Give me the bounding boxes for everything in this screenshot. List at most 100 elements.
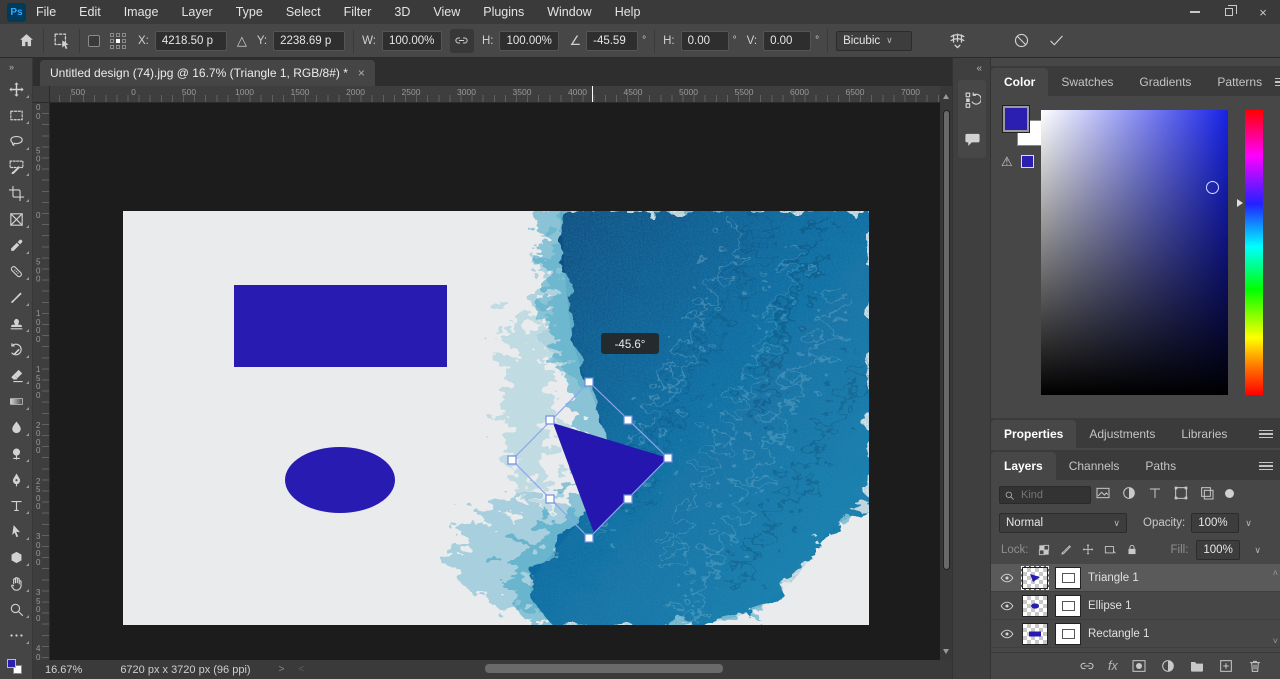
interpolation-select[interactable]: Bicubic ∨ (836, 31, 912, 51)
layer-row[interactable]: Triangle 1 (991, 564, 1280, 592)
saturation-brightness-field[interactable] (1041, 110, 1228, 395)
maintain-aspect-ratio-link-icon[interactable] (450, 29, 474, 53)
layer-styles-icon[interactable]: fx (1108, 659, 1118, 673)
menu-select[interactable]: Select (286, 5, 321, 19)
layers-tab-paths[interactable]: Paths (1132, 452, 1189, 480)
rotation-field[interactable]: -45.59 (586, 31, 638, 51)
comments-icon[interactable] (958, 126, 986, 152)
layer-list-scroll-up-icon[interactable]: ˄ (1273, 568, 1278, 578)
menu-edit[interactable]: Edit (79, 5, 101, 19)
transform-handle[interactable] (546, 416, 554, 424)
clone-stamp-tool[interactable] (0, 310, 33, 336)
ellipse-shape[interactable] (285, 447, 395, 513)
gamut-warning-icon[interactable]: ⚠ (1001, 154, 1013, 170)
zoom-tool[interactable] (0, 596, 33, 622)
dodge-tool[interactable] (0, 440, 33, 466)
new-layer-icon[interactable] (1218, 658, 1234, 674)
opacity-chevron-icon[interactable]: ∨ (1245, 518, 1252, 529)
layer-visibility-eye-icon[interactable] (999, 601, 1015, 611)
lock-transparency-icon[interactable] (1037, 543, 1051, 557)
blur-tool[interactable] (0, 414, 33, 440)
pen-tool[interactable] (0, 466, 33, 492)
version-history-icon[interactable] (958, 86, 986, 112)
layer-row[interactable]: Ellipse 1 (991, 592, 1280, 620)
vertical-scrollbar-thumb[interactable] (943, 110, 950, 570)
lock-position-icon[interactable] (1081, 543, 1095, 557)
layer-visibility-eye-icon[interactable] (999, 573, 1015, 583)
frame-tool[interactable] (0, 206, 33, 232)
link-layers-icon[interactable] (1079, 658, 1095, 674)
warp-mode-icon[interactable] (948, 31, 967, 50)
foreground-background-swatches[interactable] (7, 659, 27, 676)
properties-tab-libraries[interactable]: Libraries (1168, 420, 1240, 448)
layer-filter-input[interactable] (1019, 488, 1083, 502)
menu-filter[interactable]: Filter (344, 5, 372, 19)
color-tab-swatches[interactable]: Swatches (1048, 68, 1126, 96)
color-tab-gradients[interactable]: Gradients (1126, 68, 1204, 96)
dock-collapse-icon[interactable]: « (976, 63, 982, 74)
restore-button[interactable] (1212, 0, 1246, 24)
opacity-field[interactable]: 100% (1191, 513, 1239, 533)
layer-list-scroll-down-icon[interactable]: ˅ (1273, 636, 1278, 646)
spot-healing-brush-tool[interactable] (0, 258, 33, 284)
layers-panel-menu-icon[interactable] (1259, 460, 1273, 473)
delete-layer-icon[interactable] (1247, 658, 1263, 674)
scroll-down-icon[interactable] (943, 649, 949, 654)
filter-pixel-layers-icon[interactable] (1095, 485, 1111, 501)
vector-mask-thumbnail[interactable] (1055, 567, 1081, 589)
vector-mask-thumbnail[interactable] (1055, 595, 1081, 617)
relative-position-icon[interactable]: △ (237, 33, 247, 49)
lock-pixels-icon[interactable] (1059, 543, 1073, 557)
hue-slider-arrow[interactable] (1237, 199, 1243, 207)
height-field[interactable]: 100.00% (499, 31, 559, 51)
document-tab[interactable]: Untitled design (74).jpg @ 16.7% (Triang… (40, 60, 375, 86)
hue-slider[interactable] (1245, 110, 1263, 395)
toggle-reference-point-checkbox[interactable] (88, 35, 100, 47)
transform-handle[interactable] (546, 495, 554, 503)
canvas-image[interactable]: -45.6° (123, 211, 869, 625)
menu-type[interactable]: Type (236, 5, 263, 19)
type-tool[interactable] (0, 492, 33, 518)
rectangle-shape[interactable] (234, 285, 447, 367)
filter-adjustment-layers-icon[interactable] (1121, 485, 1137, 501)
properties-panel-menu-icon[interactable] (1259, 428, 1273, 441)
x-position-field[interactable]: 4218.50 p (155, 31, 227, 51)
new-group-icon[interactable] (1189, 658, 1205, 674)
horizontal-scrollbar-thumb[interactable] (485, 664, 723, 673)
layer-search-field[interactable] (999, 486, 1091, 504)
menu-image[interactable]: Image (124, 5, 159, 19)
commit-transform-icon[interactable] (1048, 32, 1065, 49)
layers-tab-layers[interactable]: Layers (991, 452, 1056, 480)
transform-handle[interactable] (508, 456, 516, 464)
horizontal-ruler[interactable]: 5000500100015002000250030003500400045005… (50, 86, 940, 103)
rectangular-marquee-tool[interactable] (0, 102, 33, 128)
minimize-button[interactable] (1178, 0, 1212, 24)
color-panel-menu-icon[interactable] (1275, 76, 1280, 89)
vertical-scrollbar[interactable] (940, 86, 952, 660)
menu-file[interactable]: File (36, 5, 56, 19)
cancel-transform-icon[interactable] (1013, 32, 1030, 49)
toolbar-collapse-icon[interactable]: » (0, 58, 32, 76)
transform-handle[interactable] (624, 495, 632, 503)
eraser-tool[interactable] (0, 362, 33, 388)
close-tab-icon[interactable]: × (358, 66, 365, 80)
tool-preset-icon[interactable] (52, 31, 71, 50)
layer-visibility-eye-icon[interactable] (999, 629, 1015, 639)
menu-view[interactable]: View (433, 5, 460, 19)
move-tool[interactable] (0, 76, 33, 102)
brush-tool[interactable] (0, 284, 33, 310)
shape-tool[interactable] (0, 544, 33, 570)
hand-tool[interactable] (0, 570, 33, 596)
transform-handle[interactable] (624, 416, 632, 424)
gamut-color-swatch[interactable] (1021, 155, 1034, 168)
foreground-color-swatch[interactable] (7, 659, 16, 668)
lasso-tool[interactable] (0, 128, 33, 154)
transform-handle[interactable] (664, 454, 672, 462)
filter-shape-layers-icon[interactable] (1173, 485, 1189, 501)
transform-handle[interactable] (585, 378, 593, 386)
fill-field[interactable]: 100% (1196, 540, 1240, 560)
filter-toggle-icon[interactable] (1225, 489, 1234, 498)
blend-mode-select[interactable]: Normal ∨ (999, 513, 1127, 533)
ruler-corner[interactable] (33, 86, 50, 103)
y-position-field[interactable]: 2238.69 p (273, 31, 345, 51)
